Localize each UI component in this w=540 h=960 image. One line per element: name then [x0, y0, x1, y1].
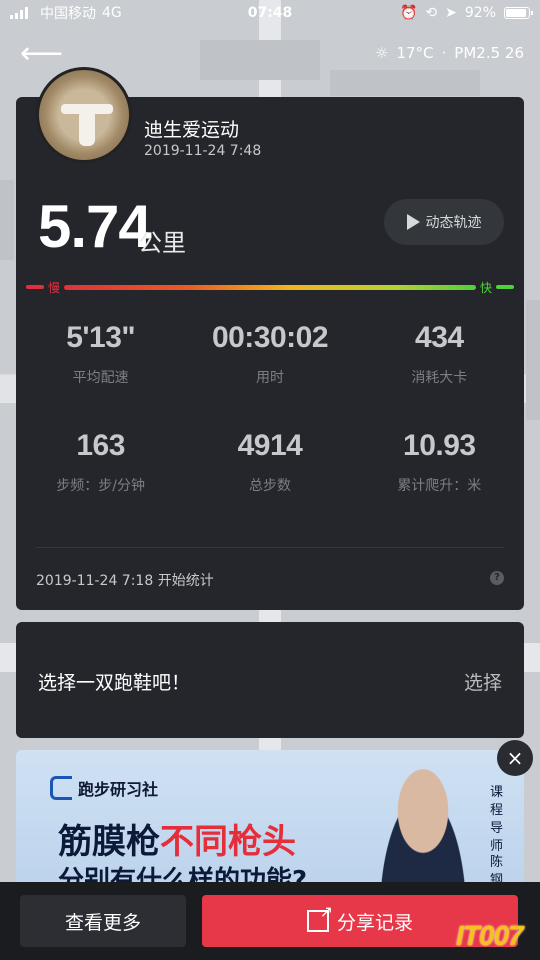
pace-fast-segment: [496, 285, 514, 289]
battery-fill: [506, 9, 527, 17]
temperature: 17°C: [396, 44, 434, 62]
avatar[interactable]: [36, 67, 132, 163]
metrics-grid: 5'13" 平均配速 00:30:02 用时 434 消耗大卡 163 步频：步…: [16, 321, 524, 537]
map-block: [330, 70, 480, 96]
pace-gradient-bar: 慢 快: [26, 280, 514, 295]
pm25: PM2.5 26: [454, 44, 524, 62]
metric-avg-pace: 5'13" 平均配速: [16, 321, 185, 429]
ad-headline-highlight: 不同枪头: [160, 822, 296, 862]
status-bar: 中国移动 4G 07:48 ⏰ ⟲ ➤ 92%: [0, 0, 540, 26]
share-icon: [306, 902, 333, 932]
pace-slow-label: 慢: [48, 280, 61, 295]
map-block: [0, 180, 14, 260]
start-time-text: 2019-11-24 7:18 开始统计: [36, 573, 214, 589]
metric-label: 平均配速: [72, 370, 129, 386]
weather-separator: ·: [441, 44, 447, 62]
distance-unit: 公里: [138, 229, 186, 257]
ad-brand-text: 跑步研习社: [78, 780, 159, 799]
avatar-figure-body: [79, 110, 95, 146]
distance-value: 5.74: [38, 193, 152, 260]
metrics-row: 5'13" 平均配速 00:30:02 用时 434 消耗大卡: [16, 321, 524, 429]
sun-icon: ☼: [375, 44, 389, 62]
shoe-card[interactable]: 选择一双跑鞋吧！ 选择: [16, 622, 524, 738]
metric-calories: 434 消耗大卡: [355, 321, 524, 429]
play-icon: [406, 214, 420, 230]
battery-percent: 92%: [464, 5, 496, 21]
metric-value: 5'13": [66, 321, 136, 354]
metric-label: 消耗大卡: [411, 370, 468, 386]
metric-value: 163: [76, 429, 125, 462]
ad-banner[interactable]: 跑步研习社 筋膜枪不同枪头 分别有什么样的功能? 课程导师 陈钢: [16, 750, 524, 890]
metric-label: 用时: [255, 370, 284, 386]
pace-fast-label: 快: [479, 280, 492, 295]
pace-gradient: [64, 284, 476, 290]
metric-duration: 00:30:02 用时: [185, 321, 354, 429]
location-icon: ➤: [445, 5, 457, 21]
brand-logo-icon: [50, 776, 72, 800]
metric-value: 10.93: [403, 429, 476, 462]
metric-elevation: 10.93 累计爬升：米: [355, 429, 524, 537]
metric-value: 00:30:02: [211, 321, 329, 354]
weather-info: ☼ 17°C · PM2.5 26: [375, 44, 524, 62]
ad-headline-part1: 筋膜枪: [58, 822, 160, 862]
metric-cadence: 163 步频：步/分钟: [16, 429, 185, 537]
ad-side-text: 课程导师: [490, 785, 504, 854]
battery-icon: [504, 7, 533, 19]
clock: 07:48: [247, 5, 293, 21]
metric-steps: 4914 总步数: [185, 429, 354, 537]
ad-instructor-photo: [368, 762, 478, 890]
metric-label: 总步数: [248, 478, 291, 494]
help-icon[interactable]: ?: [490, 571, 504, 585]
shoe-prompt: 选择一双跑鞋吧！: [38, 672, 191, 694]
replay-track-label: 动态轨迹: [425, 215, 482, 231]
ad-headline: 筋膜枪不同枪头: [58, 814, 296, 863]
back-arrow-icon[interactable]: ⟵: [20, 39, 63, 69]
map-block: [526, 300, 540, 420]
map-block: [200, 40, 320, 80]
network-type: 4G: [102, 5, 122, 21]
metric-value: 434: [415, 321, 464, 354]
username: 迪生爱运动: [144, 119, 240, 141]
alarm-icon: ⏰: [399, 5, 418, 21]
divider: [36, 547, 504, 548]
metric-label: 步频：步/分钟: [56, 478, 146, 494]
signal-icon: [10, 7, 28, 19]
view-more-button[interactable]: 查看更多: [20, 895, 186, 947]
share-record-label: 分享记录: [336, 911, 413, 934]
run-datetime: 2019-11-24 7:48: [144, 143, 262, 159]
shoe-select-button[interactable]: 选择: [464, 668, 502, 695]
metrics-row: 163 步频：步/分钟 4914 总步数 10.93 累计爬升：米: [16, 429, 524, 537]
replay-track-button[interactable]: 动态轨迹: [384, 199, 504, 245]
run-stats-card: 迪生爱运动 2019-11-24 7:48 5.74 公里 动态轨迹 慢 快 5…: [16, 67, 524, 610]
pace-slow-segment: [26, 285, 44, 289]
metric-label: 累计爬升：米: [397, 478, 482, 494]
ad-brand: 跑步研习社: [50, 776, 158, 800]
watermark-logo: IT007: [456, 920, 524, 951]
rotation-lock-icon: ⟲: [425, 5, 438, 21]
metric-value: 4914: [237, 429, 303, 462]
carrier-name: 中国移动: [40, 6, 96, 22]
close-icon[interactable]: ×: [497, 740, 533, 776]
